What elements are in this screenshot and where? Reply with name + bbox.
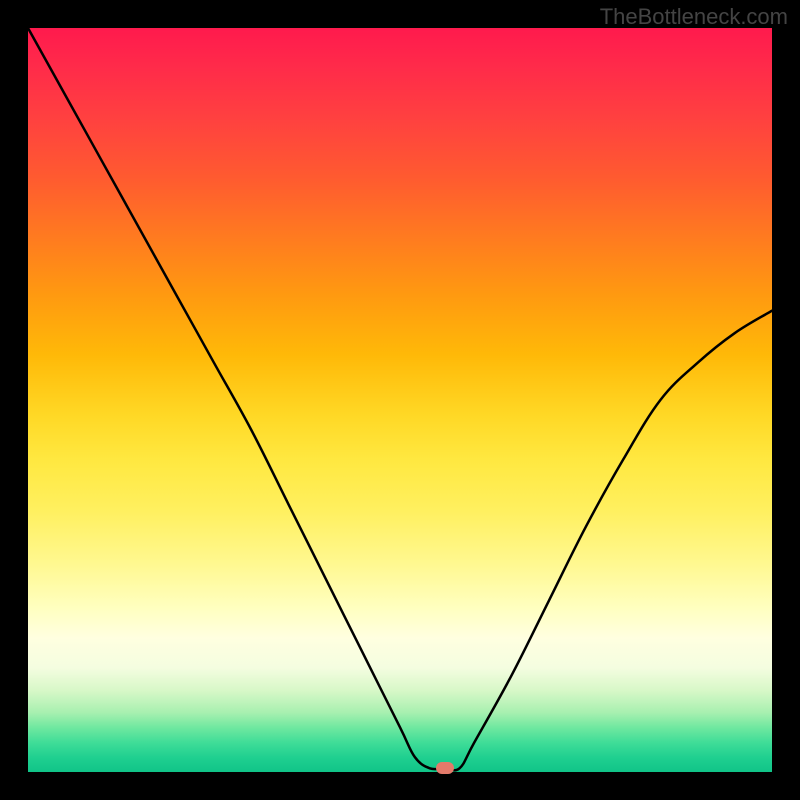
watermark-text: TheBottleneck.com: [600, 4, 788, 30]
chart-plot-area: [28, 28, 772, 772]
optimal-marker: [436, 762, 454, 774]
bottleneck-curve: [28, 28, 772, 772]
